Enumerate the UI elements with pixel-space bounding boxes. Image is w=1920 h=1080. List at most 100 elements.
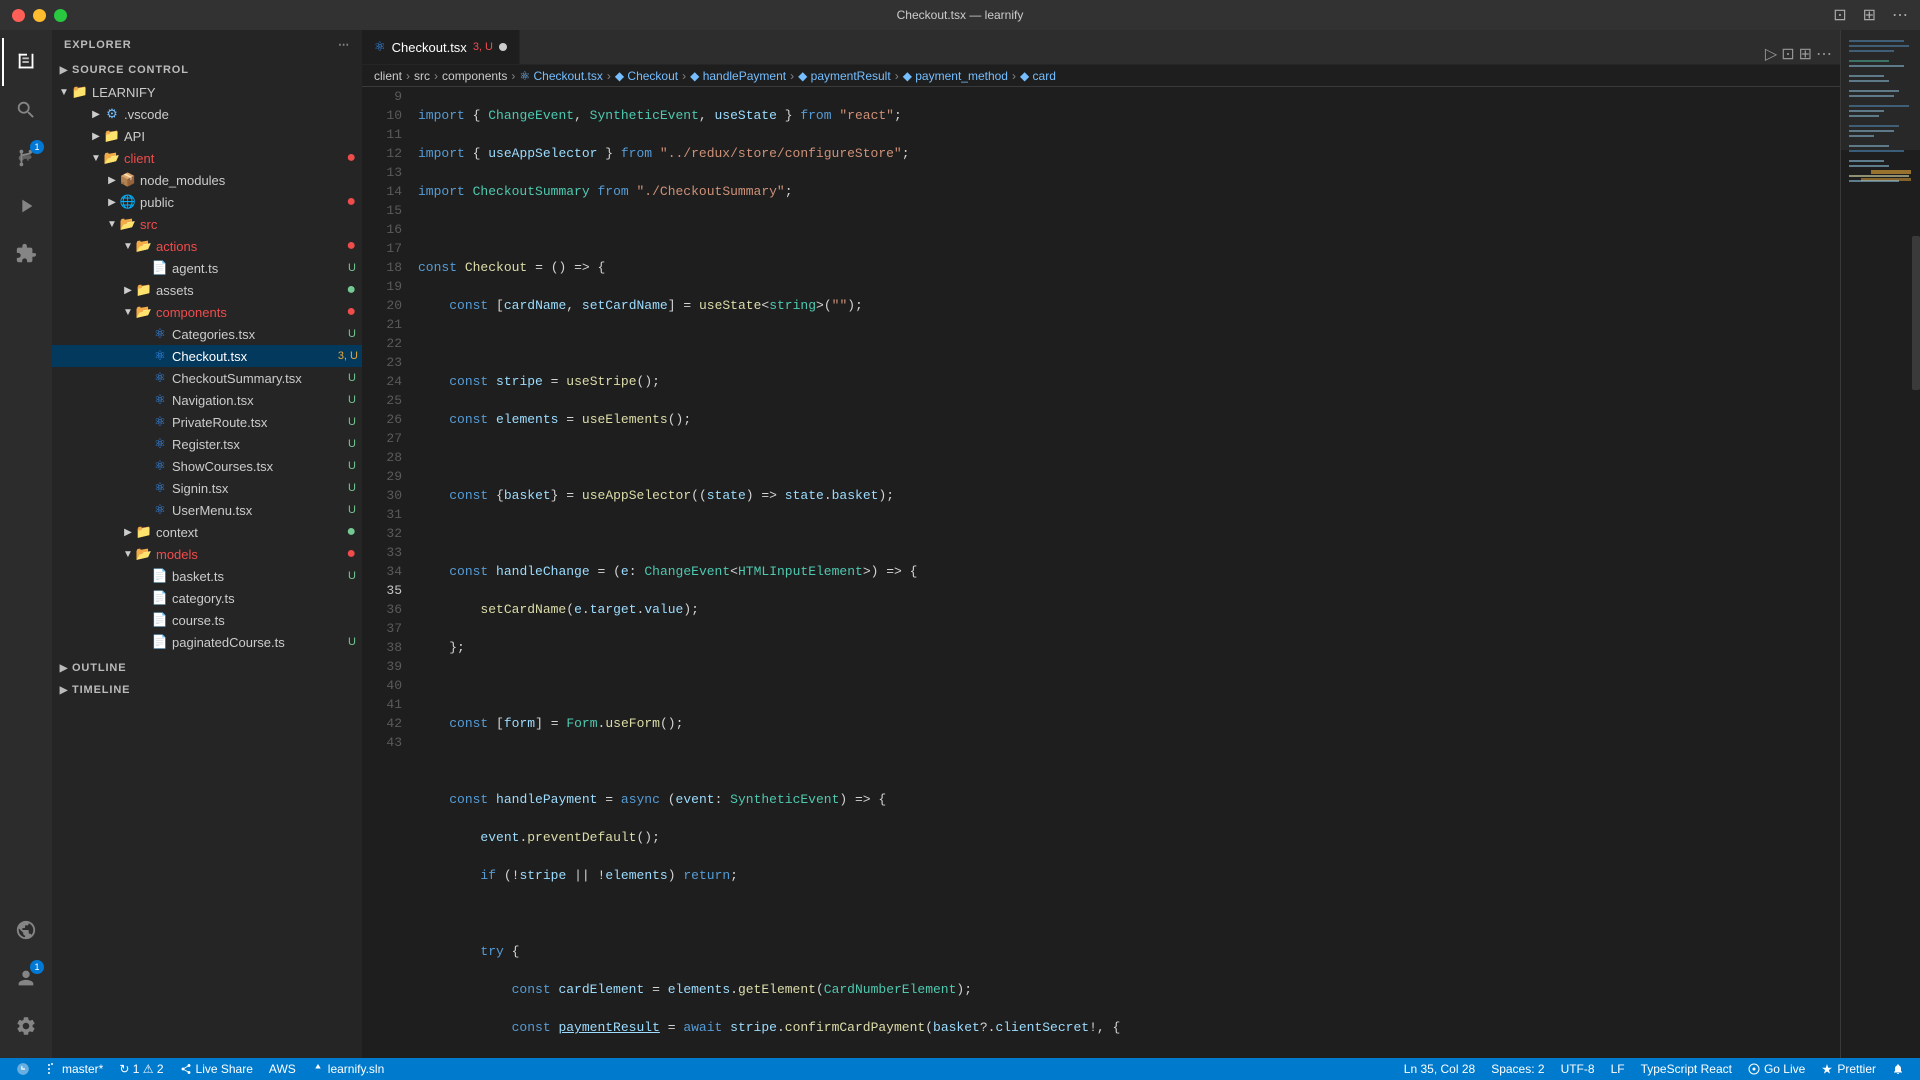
encoding-label: UTF-8 [1561, 1062, 1595, 1076]
checkoutsummary-icon: ⚛ [152, 370, 168, 386]
checkout-tab-errors: 3, U [473, 41, 493, 53]
minimize-button[interactable] [33, 9, 46, 22]
basket-status: U [348, 570, 356, 582]
remote-activity-icon[interactable] [2, 906, 50, 954]
breadcrumb-checkout-file[interactable]: ⚛ Checkout.tsx [519, 69, 602, 83]
split-icon[interactable]: ⊡ [1781, 44, 1794, 64]
category-ts-file[interactable]: 📄 category.ts [52, 587, 362, 609]
position-status-item[interactable]: Ln 35, Col 28 [1396, 1058, 1483, 1080]
course-ts-file[interactable]: 📄 course.ts [52, 609, 362, 631]
api-arrow: ▶ [88, 128, 104, 144]
maximize-button[interactable] [54, 9, 67, 22]
checkout-badge: 3, U [338, 350, 358, 362]
vscode-folder[interactable]: ▶ ⚙ .vscode [52, 103, 362, 125]
assets-icon: 📁 [136, 282, 152, 298]
paginated-icon: 📄 [152, 634, 168, 650]
breadcrumb-src[interactable]: src [414, 69, 430, 83]
search-activity-icon[interactable] [2, 86, 50, 134]
context-folder[interactable]: ▶ 📁 context ● [52, 521, 362, 543]
models-folder[interactable]: ▼ 📂 models ● [52, 543, 362, 565]
breadcrumb-handlepayment[interactable]: ◆ handlePayment [690, 69, 786, 83]
close-button[interactable] [12, 9, 25, 22]
golive-status-item[interactable]: Go Live [1740, 1058, 1813, 1080]
sep6: › [790, 69, 794, 83]
private-icon: ⚛ [152, 414, 168, 430]
breadcrumb-client[interactable]: client [374, 69, 402, 83]
vscode-folder-icon: ⚙ [104, 106, 120, 122]
sync-status-item[interactable]: ↻ 1 ⚠ 2 [111, 1058, 171, 1080]
encoding-status-item[interactable]: UTF-8 [1553, 1058, 1603, 1080]
actions-icon: 📂 [136, 238, 152, 254]
api-folder[interactable]: ▶ 📁 API [52, 125, 362, 147]
split-editor-icon[interactable]: ⊡ [1833, 5, 1846, 25]
language-status-item[interactable]: TypeScript React [1633, 1058, 1740, 1080]
activity-bar: 1 1 [0, 30, 52, 1058]
actions-folder[interactable]: ▼ 📂 actions ● [52, 235, 362, 257]
source-control-activity-icon[interactable]: 1 [2, 134, 50, 182]
settings-activity-icon[interactable] [2, 1002, 50, 1050]
privateroute-tsx-file[interactable]: ⚛ PrivateRoute.tsx U [52, 411, 362, 433]
run-activity-icon[interactable] [2, 182, 50, 230]
remote-status-item[interactable] [8, 1058, 38, 1080]
spaces-status-item[interactable]: Spaces: 2 [1483, 1058, 1552, 1080]
checkoutsummary-tsx-file[interactable]: ⚛ CheckoutSummary.tsx U [52, 367, 362, 389]
code-content[interactable]: import { ChangeEvent, SyntheticEvent, us… [410, 87, 1840, 1058]
showcourses-tsx-file[interactable]: ⚛ ShowCourses.tsx U [52, 455, 362, 477]
code-editor[interactable]: 9 10 11 12 13 14 15 16 17 18 19 20 21 22… [362, 87, 1840, 1058]
eol-status-item[interactable]: LF [1603, 1058, 1633, 1080]
usermenu-tsx-file[interactable]: ⚛ UserMenu.tsx U [52, 499, 362, 521]
extensions-activity-icon[interactable] [2, 230, 50, 278]
paginatedcourse-ts-file[interactable]: 📄 paginatedCourse.ts U [52, 631, 362, 653]
liveshare-status-item[interactable]: Live Share [172, 1058, 261, 1080]
agent-ts-file[interactable]: 📄 agent.ts U [52, 257, 362, 279]
more-icon[interactable]: ⋯ [1892, 5, 1908, 25]
notifications-status-item[interactable] [1884, 1058, 1912, 1080]
prettier-status-item[interactable]: Prettier [1813, 1058, 1884, 1080]
private-status: U [348, 416, 356, 428]
solution-status-item[interactable]: learnify.sln [304, 1058, 392, 1080]
categories-tsx-file[interactable]: ⚛ Categories.tsx U [52, 323, 362, 345]
timeline-section[interactable]: ▶ TIMELINE [52, 679, 362, 701]
checkout-label: Checkout.tsx [172, 349, 338, 364]
checkout-tsx-file[interactable]: ⚛ Checkout.tsx 3, U [52, 345, 362, 367]
basket-ts-file[interactable]: 📄 basket.ts U [52, 565, 362, 587]
breadcrumb-payment-method[interactable]: ◆ payment_method [903, 69, 1008, 83]
node-modules-folder[interactable]: ▶ 📦 node_modules [52, 169, 362, 191]
public-folder[interactable]: ▶ 🌐 public ● [52, 191, 362, 213]
client-arrow: ▼ [88, 150, 104, 166]
client-folder[interactable]: ▼ 📂 client ● [52, 147, 362, 169]
account-activity-icon[interactable]: 1 [2, 954, 50, 1002]
src-folder[interactable]: ▼ 📂 src [52, 213, 362, 235]
branch-status-item[interactable]: master* [38, 1058, 111, 1080]
src-label: src [140, 217, 362, 232]
source-control-section[interactable]: ▶ SOURCE CONTROL [52, 59, 362, 81]
breadcrumb-components[interactable]: components [442, 69, 507, 83]
register-tsx-file[interactable]: ⚛ Register.tsx U [52, 433, 362, 455]
public-status: ● [346, 194, 356, 210]
branch-name: master* [62, 1062, 103, 1076]
navigation-tsx-file[interactable]: ⚛ Navigation.tsx U [52, 389, 362, 411]
layout-icon[interactable]: ⊞ [1863, 5, 1876, 25]
explorer-title: EXPLORER [64, 39, 132, 51]
checkout-tab[interactable]: ⚛ Checkout.tsx 3, U [362, 30, 520, 64]
signin-tsx-file[interactable]: ⚛ Signin.tsx U [52, 477, 362, 499]
breadcrumb-card[interactable]: ◆ card [1020, 69, 1056, 83]
minimap-scroll[interactable] [1912, 236, 1920, 390]
breadcrumb-paymentresult[interactable]: ◆ paymentResult [798, 69, 891, 83]
private-label: PrivateRoute.tsx [172, 415, 348, 430]
client-folder-icon: 📂 [104, 150, 120, 166]
run-icon[interactable]: ▷ [1765, 44, 1777, 64]
more-actions-icon[interactable]: ⋯ [1816, 44, 1832, 64]
learnify-root[interactable]: ▼ 📁 LEARNIFY [52, 81, 362, 103]
agent-file-icon: 📄 [152, 260, 168, 276]
layout-view-icon[interactable]: ⊞ [1799, 44, 1812, 64]
breadcrumb-checkout-fn[interactable]: ◆ Checkout [615, 69, 678, 83]
assets-folder[interactable]: ▶ 📁 assets ● [52, 279, 362, 301]
outline-section[interactable]: ▶ OUTLINE [52, 657, 362, 679]
explorer-activity-icon[interactable] [2, 38, 50, 86]
new-file-icon[interactable]: ⋯ [338, 38, 350, 51]
components-icon: 📂 [136, 304, 152, 320]
aws-status-item[interactable]: AWS [261, 1058, 304, 1080]
aws-label: AWS [269, 1062, 296, 1076]
components-folder[interactable]: ▼ 📂 components ● [52, 301, 362, 323]
